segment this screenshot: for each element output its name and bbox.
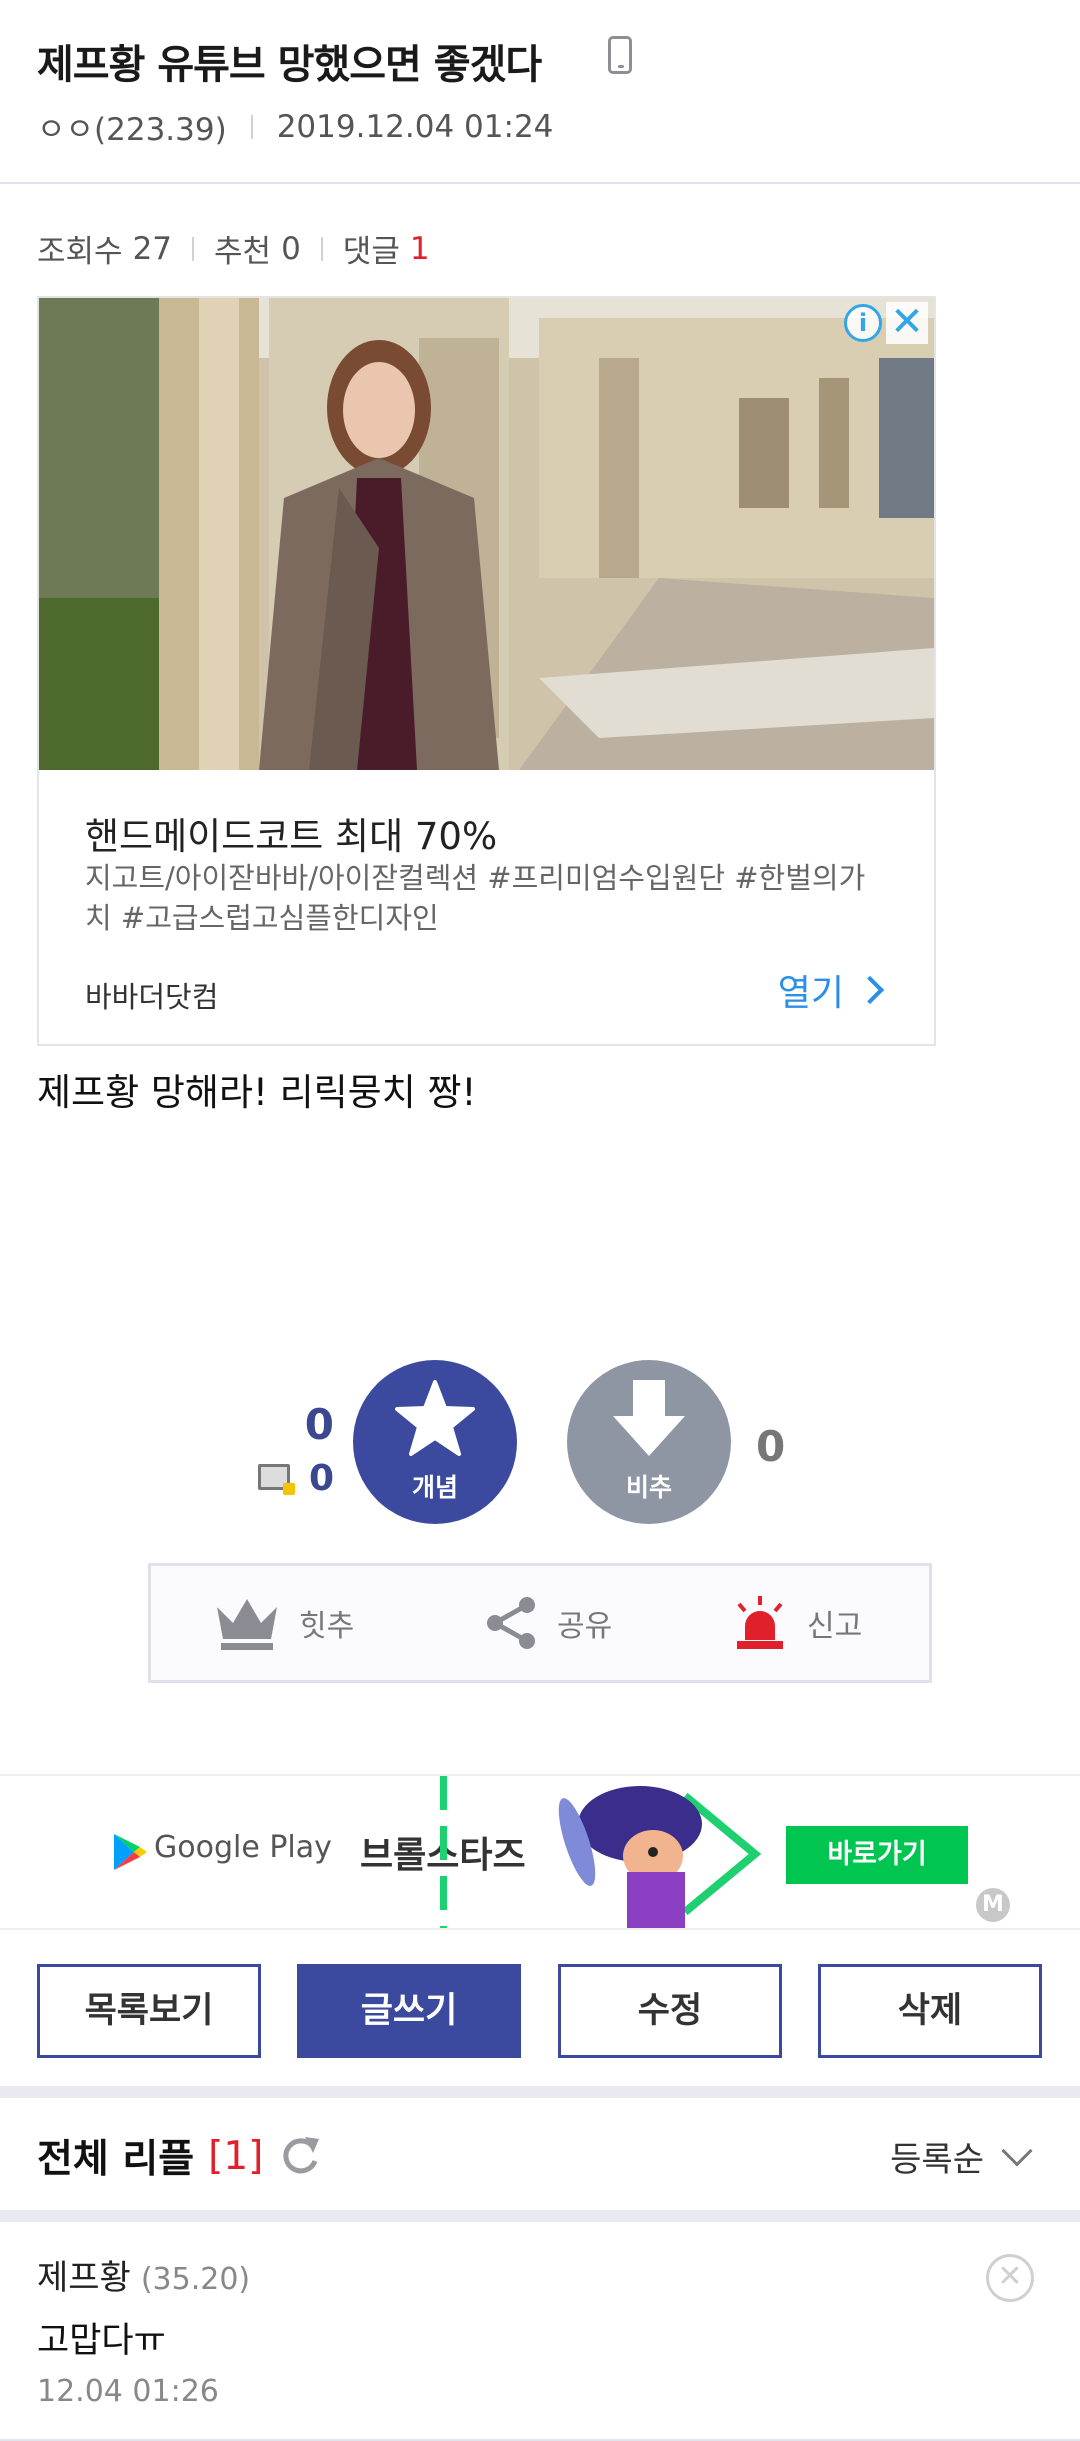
edit-button[interactable]: 수정 xyxy=(558,1964,782,2058)
fixed-user-icon xyxy=(258,1464,295,1495)
upvote-button[interactable]: 개념 xyxy=(353,1360,517,1524)
comment-author: 제프황 (35.20) xyxy=(37,2250,250,2299)
ad-open-link[interactable]: 열기 xyxy=(777,964,885,1016)
views-count: 27 xyxy=(132,230,173,267)
report-label: 신고 xyxy=(807,1609,863,1644)
post-actions: 힛추 공유 신고 xyxy=(148,1563,932,1683)
ad-close-icon[interactable]: ✕ xyxy=(886,302,928,344)
write-button[interactable]: 글쓰기 xyxy=(297,1964,521,2058)
post-stats: 조회수 27 추천 0 댓글 1 xyxy=(37,226,430,271)
hit-recommend-action[interactable]: 힛추 xyxy=(213,1566,354,1680)
native-ad[interactable]: i ✕ 핸드메이드코트 최대 70% 지고트/아이잗바바/아이잗컬렉션 #프리미… xyxy=(37,296,936,1046)
list-button[interactable]: 목록보기 xyxy=(37,1964,261,2058)
downvote-label: 비추 xyxy=(625,1473,672,1502)
post-title: 제프황 유튜브 망했으면 좋겠다 xyxy=(37,42,542,88)
share-action[interactable]: 공유 xyxy=(483,1566,612,1680)
downvote-button[interactable]: 비추 xyxy=(567,1360,731,1524)
comments-count: 1 xyxy=(409,230,430,267)
downvote-count: 0 xyxy=(756,1422,786,1471)
recommend-label: 추천 xyxy=(214,234,272,270)
game-character-illustration xyxy=(558,1786,762,1928)
views-label: 조회수 xyxy=(37,234,123,270)
post-date: 2019.12.04 01:24 xyxy=(276,108,554,145)
delete-button[interactable]: 삭제 xyxy=(818,1964,1042,2058)
google-play-label: Google Play xyxy=(154,1830,332,1865)
crown-icon xyxy=(217,1599,277,1650)
ad-image[interactable] xyxy=(39,298,934,770)
siren-icon xyxy=(737,1596,783,1649)
hit-recommend-label: 힛추 xyxy=(299,1609,355,1644)
ad-open-label: 열기 xyxy=(777,973,844,1014)
chevron-right-icon xyxy=(855,975,885,1005)
share-icon xyxy=(487,1597,535,1649)
fixed-user-upvote-count: 0 xyxy=(308,1458,334,1499)
sort-dropdown[interactable]: 등록순 xyxy=(890,2132,1033,2181)
ad-photo-illustration xyxy=(39,298,934,770)
section-divider xyxy=(0,2210,1080,2222)
post-author[interactable]: ㅇㅇ(223.39) xyxy=(37,104,227,149)
stats-divider xyxy=(192,236,195,261)
report-action[interactable]: 신고 xyxy=(731,1566,862,1680)
comment-author-name[interactable]: 제프황 xyxy=(37,2258,131,2298)
star-icon xyxy=(395,1380,475,1456)
post-header: 제프황 유튜브 망했으면 좋겠다 ㅇㅇ(223.39) 2019.12.04 0… xyxy=(0,0,1080,184)
meta-divider xyxy=(250,114,253,139)
comments-label: 댓글 xyxy=(342,234,400,270)
ad-brand: 바바더닷컴 xyxy=(85,980,219,1014)
share-label: 공유 xyxy=(557,1609,613,1644)
comments-header: 전체 리플 [1] xyxy=(37,2128,321,2184)
post-meta: ㅇㅇ(223.39) 2019.12.04 01:24 xyxy=(37,104,553,149)
google-play-icon xyxy=(114,1834,147,1870)
stats-divider xyxy=(320,236,323,261)
ad-info-icon[interactable]: i xyxy=(844,304,882,342)
upvote-label: 개념 xyxy=(411,1473,458,1502)
go-button[interactable]: 바로가기 xyxy=(786,1826,968,1884)
section-divider xyxy=(0,2086,1080,2098)
refresh-icon[interactable] xyxy=(279,2135,321,2177)
banner-divider xyxy=(440,1776,447,1928)
arrow-down-icon xyxy=(613,1380,685,1456)
post-body: 제프황 망해라! 리릭뭉치 짱! xyxy=(37,1071,477,1114)
mobile-phone-icon xyxy=(608,36,632,74)
sort-label: 등록순 xyxy=(890,2140,984,2180)
ad-headline[interactable]: 핸드메이드코트 최대 70% xyxy=(85,806,497,860)
comment-text: 고맙다ㅠ xyxy=(37,2321,166,2361)
recommend-count: 0 xyxy=(281,230,301,267)
comment-date: 12.04 01:26 xyxy=(37,2374,219,2409)
banner-ad[interactable]: Google Play 브롤스타즈 바로가기 M xyxy=(0,1774,1080,1930)
comment-item: 제프황 (35.20) 고맙다ㅠ 12.04 01:26 ✕ xyxy=(0,2222,1080,2441)
ad-description: 지고트/아이잗바바/아이잗컬렉션 #프리미엄수입원단 #한벌의가치 #고급스럽고… xyxy=(85,861,866,935)
comment-delete-icon[interactable]: ✕ xyxy=(986,2254,1034,2302)
comments-title: 전체 리플 xyxy=(37,2137,195,2182)
chevron-down-icon xyxy=(1001,2134,1033,2167)
comment-author-ip: (35.20) xyxy=(140,2262,251,2297)
upvote-count: 0 xyxy=(304,1400,334,1449)
comments-total: [1] xyxy=(208,2133,264,2179)
ad-badge: M xyxy=(976,1888,1010,1922)
